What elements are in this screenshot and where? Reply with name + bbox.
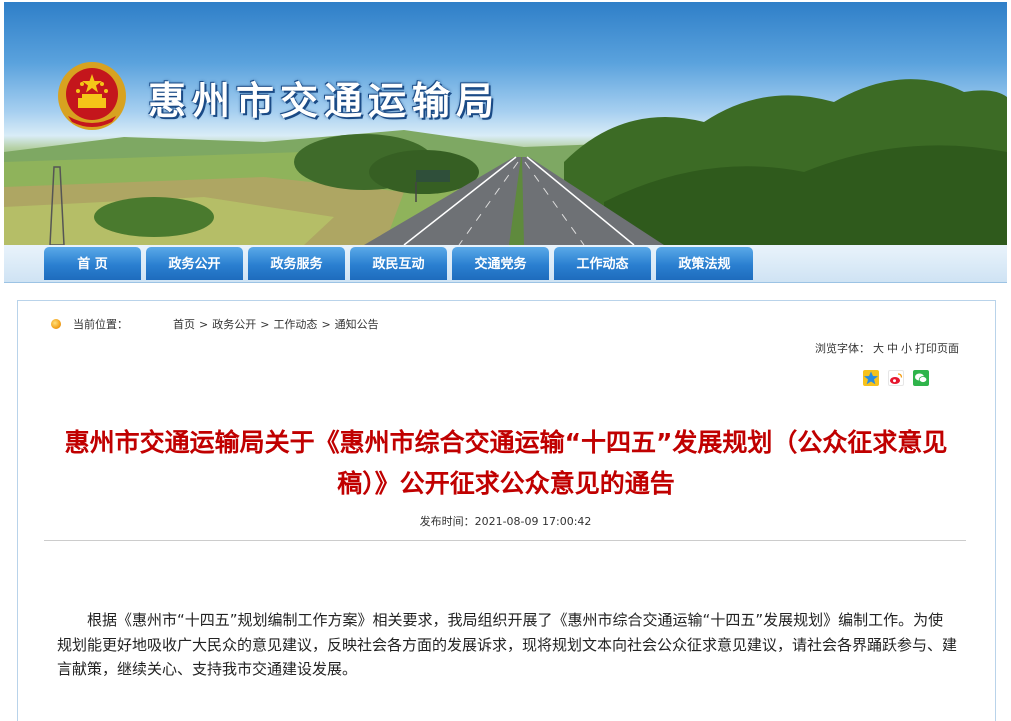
font-size-label: 浏览字体： <box>815 342 870 355</box>
share-bar <box>863 370 933 389</box>
font-large-button[interactable]: 大 <box>873 342 884 355</box>
breadcrumb-separator: > <box>260 318 270 331</box>
nav-party-affairs[interactable]: 交通党务 <box>452 247 549 280</box>
nav-policies-regulations[interactable]: 政策法规 <box>656 247 753 280</box>
article-paragraph: 根据《惠州市“十四五”规划编制工作方案》相关要求，我局组织开展了《惠州市综合交通… <box>57 611 958 678</box>
font-small-button[interactable]: 小 <box>901 342 912 355</box>
publish-time: 发布时间：2021-08-09 17:00:42 <box>419 515 592 528</box>
national-emblem-icon <box>56 60 128 132</box>
breadcrumb-notices[interactable]: 通知公告 <box>335 318 379 331</box>
breadcrumb-work-news[interactable]: 工作动态 <box>273 318 317 331</box>
nav-work-news[interactable]: 工作动态 <box>554 247 651 280</box>
page-tools: 浏览字体：大中小打印页面 <box>815 340 959 356</box>
breadcrumb-label: 当前位置： <box>73 318 128 331</box>
breadcrumb: 首页 > 政务公开 > 工作动态 > 通知公告 <box>173 316 379 332</box>
weibo-icon[interactable] <box>888 370 905 386</box>
wechat-icon[interactable] <box>913 370 930 386</box>
print-page-button[interactable]: 打印页面 <box>915 342 959 355</box>
main-navigation: 首 页 政务公开 政务服务 政民互动 交通党务 工作动态 政策法规 <box>4 245 1007 283</box>
title-divider <box>44 540 966 541</box>
nav-government-affairs[interactable]: 政务公开 <box>146 247 243 280</box>
location-bullet-icon <box>51 319 61 329</box>
qzone-icon[interactable] <box>863 370 879 386</box>
header-banner: 惠州市交通运输局 <box>4 2 1007 245</box>
font-medium-button[interactable]: 中 <box>887 342 898 355</box>
nav-government-services[interactable]: 政务服务 <box>248 247 345 280</box>
article-title: 惠州市交通运输局关于《惠州市综合交通运输“十四五”发展规划（公众征求意见稿）》公… <box>64 428 948 498</box>
site-title: 惠州市交通运输局 <box>148 78 501 123</box>
breadcrumb-home[interactable]: 首页 <box>173 318 195 331</box>
nav-public-interaction[interactable]: 政民互动 <box>350 247 447 280</box>
nav-home[interactable]: 首 页 <box>44 247 141 280</box>
article-body: 根据《惠州市“十四五”规划编制工作方案》相关要求，我局组织开展了《惠州市综合交通… <box>57 608 957 682</box>
breadcrumb-separator: > <box>199 318 209 331</box>
breadcrumb-government-affairs[interactable]: 政务公开 <box>212 318 256 331</box>
breadcrumb-separator: > <box>321 318 331 331</box>
